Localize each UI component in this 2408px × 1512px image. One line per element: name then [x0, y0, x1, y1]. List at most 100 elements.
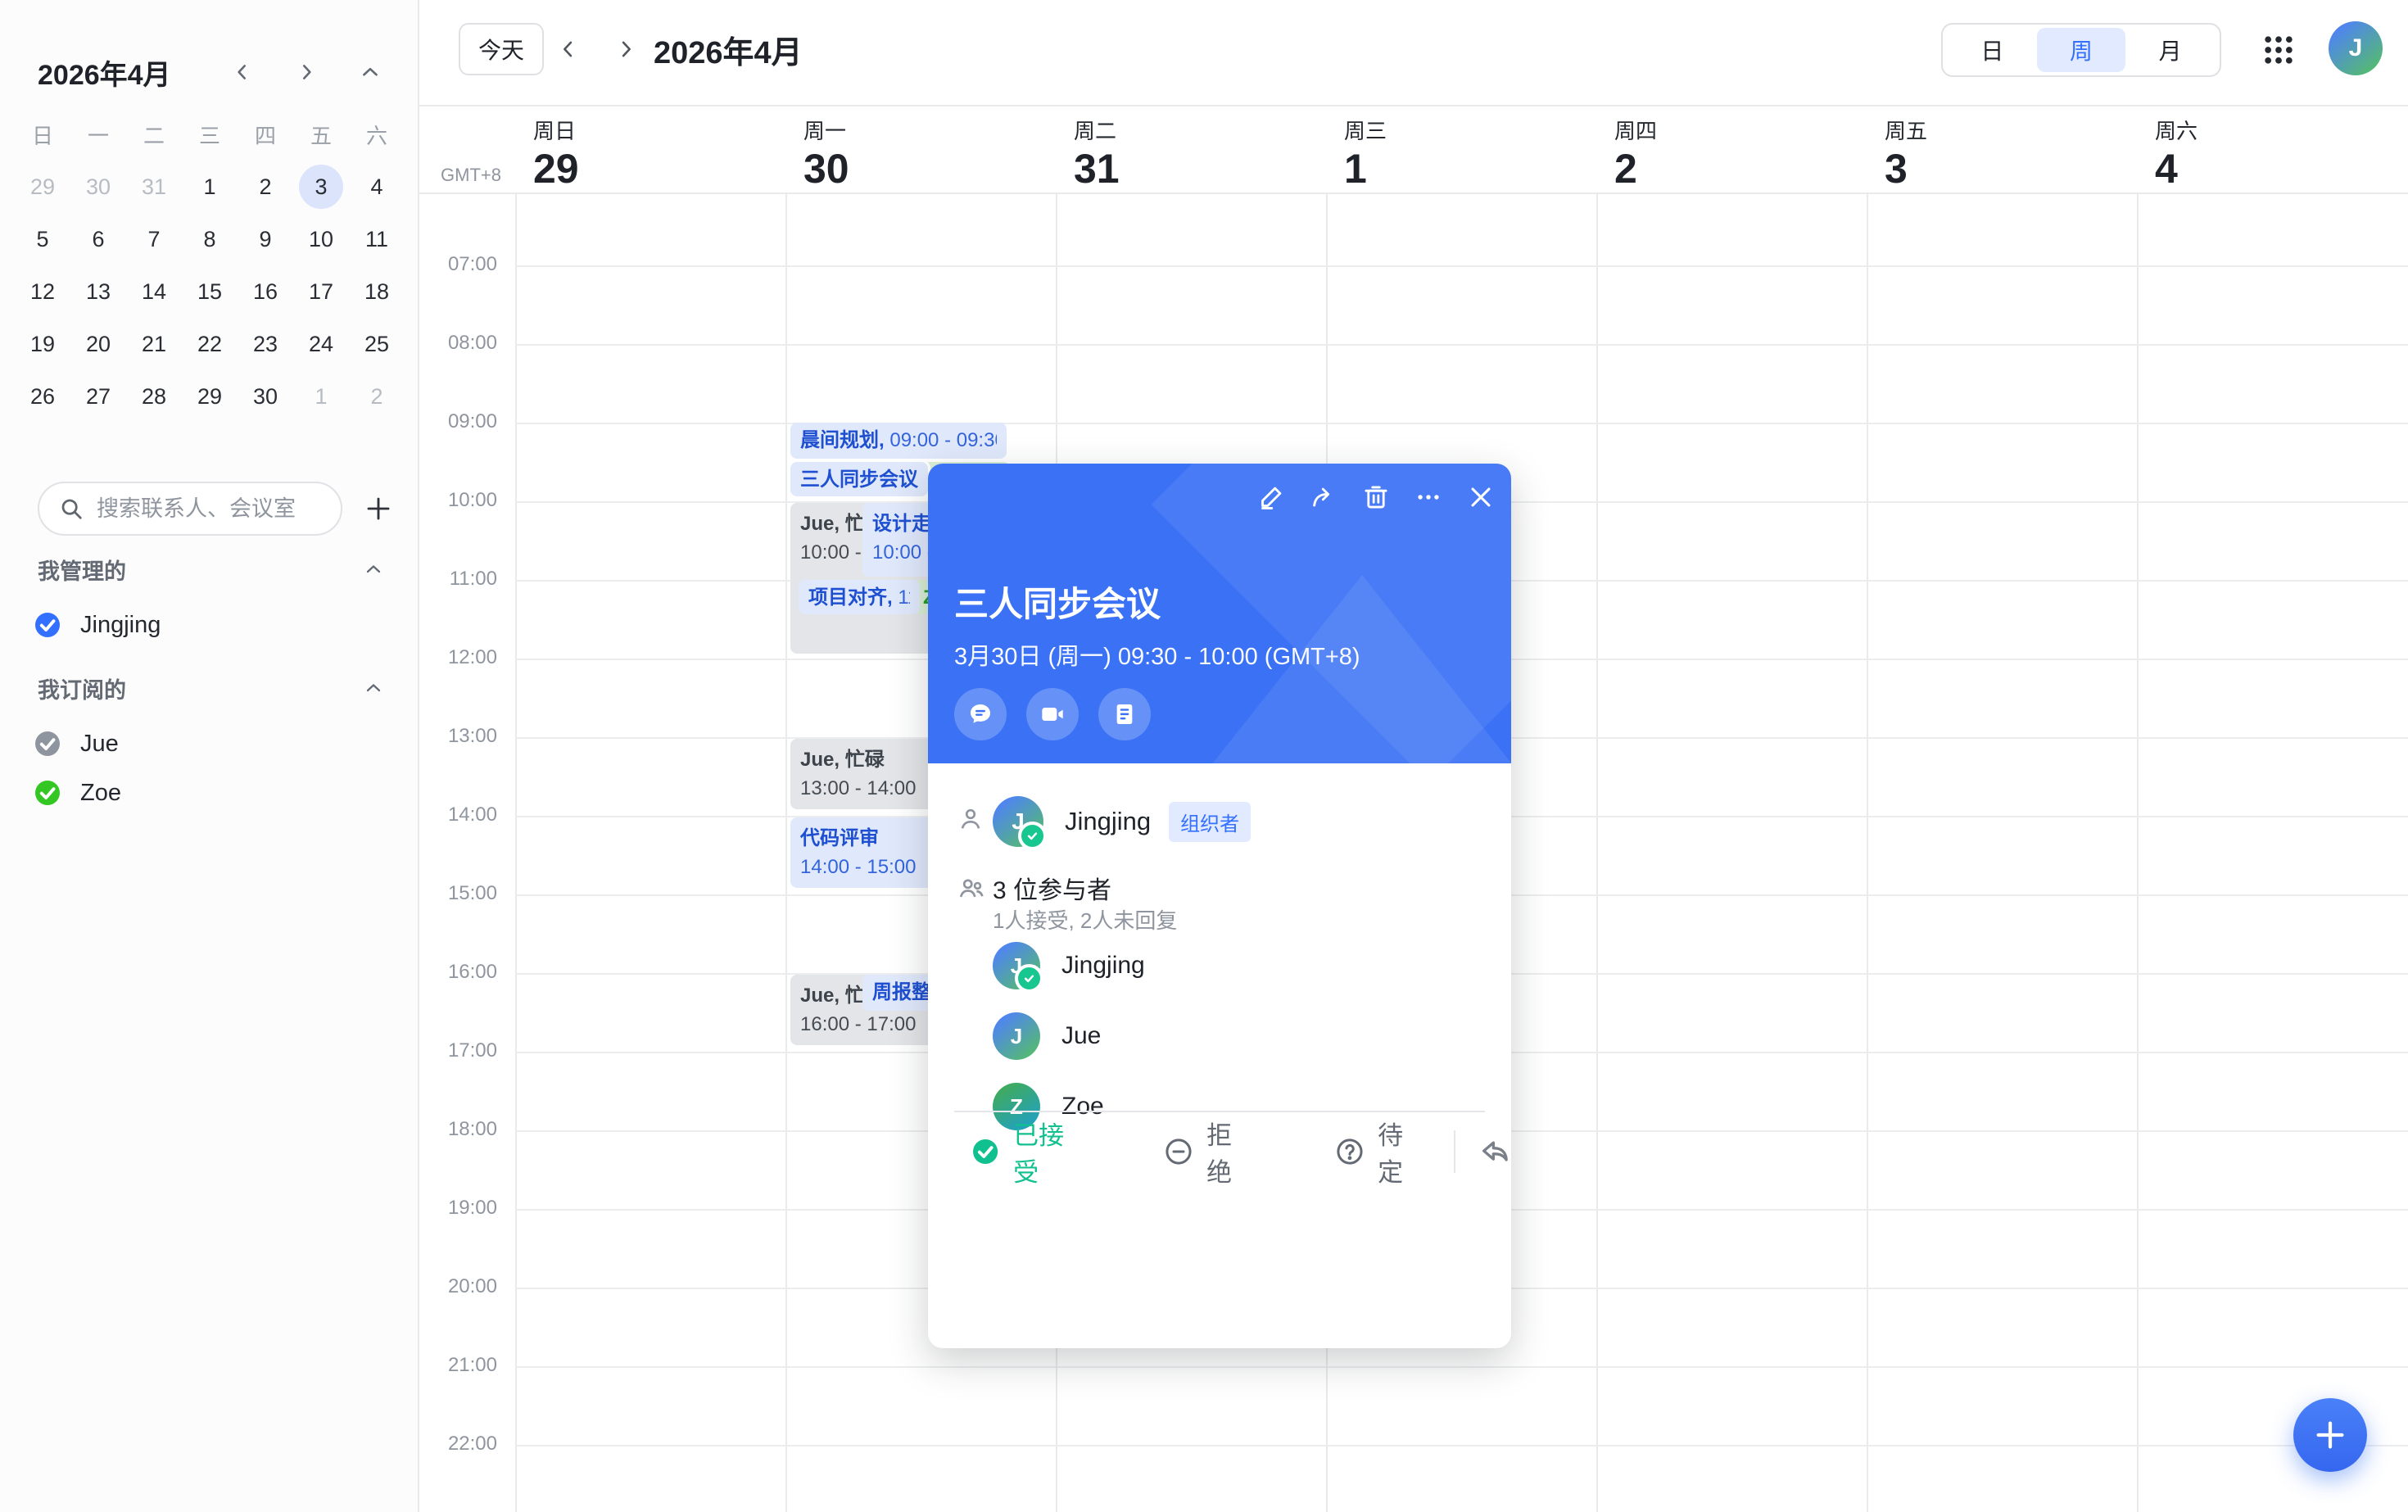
- mini-weekday-label: 二: [126, 108, 182, 161]
- today-button[interactable]: 今天: [459, 23, 544, 75]
- mini-prev-month-icon[interactable]: [228, 57, 257, 87]
- calendar-check-icon[interactable]: [33, 729, 62, 758]
- close-icon[interactable]: [1467, 483, 1495, 511]
- rsvp-tentative-button[interactable]: 待定: [1335, 1115, 1421, 1188]
- mini-day-cell[interactable]: 2: [349, 370, 405, 423]
- participant-row-jue[interactable]: JJue: [993, 1012, 1101, 1060]
- hour-label: 17:00: [419, 1039, 497, 1062]
- calendar-section-title[interactable]: 我管理的: [38, 553, 388, 586]
- mini-day-cell[interactable]: 27: [70, 370, 126, 423]
- mini-weekday-label: 三: [182, 108, 238, 161]
- mini-day-cell[interactable]: 21: [126, 318, 182, 370]
- mini-day-cell[interactable]: 1: [182, 161, 238, 213]
- mini-day-cell[interactable]: 25: [349, 318, 405, 370]
- search-input[interactable]: [95, 496, 336, 523]
- mini-day-cell[interactable]: 18: [349, 265, 405, 318]
- mini-day-cell[interactable]: 6: [70, 213, 126, 265]
- reply-icon[interactable]: [1478, 1134, 1511, 1170]
- event-chip[interactable]: 项目对齐, 11:00 - 11:30: [799, 580, 920, 614]
- prev-week-icon[interactable]: [554, 34, 583, 64]
- video-icon[interactable]: [1026, 688, 1079, 740]
- hour-label: 18:00: [419, 1118, 497, 1141]
- day-header-周三[interactable]: 周三1: [1326, 106, 1596, 192]
- day-header-周六[interactable]: 周六4: [2137, 106, 2407, 192]
- mini-day-cell[interactable]: 13: [70, 265, 126, 318]
- mini-day-cell[interactable]: 17: [293, 265, 349, 318]
- mini-day-cell[interactable]: 26: [15, 370, 70, 423]
- mini-day-cell[interactable]: 3: [293, 161, 349, 213]
- user-avatar[interactable]: J: [2329, 21, 2383, 75]
- apps-grid-icon[interactable]: [2256, 27, 2302, 73]
- rsvp-accepted-button[interactable]: 已接受: [971, 1115, 1079, 1188]
- edit-icon[interactable]: [1257, 483, 1285, 511]
- mini-day-cell[interactable]: 30: [70, 161, 126, 213]
- mini-day-cell[interactable]: 15: [182, 265, 238, 318]
- calendar-app: 2026年4月 日一二三四五六2930311234567891011121314…: [0, 0, 2408, 1512]
- chevron-up-icon[interactable]: [359, 673, 388, 703]
- create-event-button[interactable]: [2293, 1398, 2367, 1472]
- mini-day-cell[interactable]: 10: [293, 213, 349, 265]
- event-title: 三人同步会议: [954, 577, 1161, 627]
- rsvp-decline-button[interactable]: 拒绝: [1164, 1115, 1250, 1188]
- chevron-up-icon[interactable]: [359, 555, 388, 584]
- event-chip[interactable]: 三人同步会议, 09:30 - 10:00: [790, 462, 928, 496]
- doc-icon[interactable]: [1098, 688, 1151, 740]
- mini-day-cell[interactable]: 8: [182, 213, 238, 265]
- mini-day-cell[interactable]: 2: [238, 161, 293, 213]
- participant-avatar: J: [993, 942, 1040, 989]
- share-icon[interactable]: [1310, 483, 1338, 511]
- mini-day-cell[interactable]: 29: [15, 161, 70, 213]
- chat-icon[interactable]: [954, 688, 1007, 740]
- mini-day-cell[interactable]: 23: [238, 318, 293, 370]
- day-header-周日[interactable]: 周日29: [515, 106, 785, 192]
- mini-day-cell[interactable]: 22: [182, 318, 238, 370]
- mini-calendar-title: 2026年4月: [38, 52, 171, 93]
- mini-day-cell[interactable]: 28: [126, 370, 182, 423]
- event-chip[interactable]: 晨间规划, 09:00 - 09:30: [790, 423, 1007, 459]
- event-detail-popup: 三人同步会议 3月30日 (周一) 09:30 - 10:00 (GMT+8): [928, 464, 1511, 1348]
- trash-icon[interactable]: [1362, 483, 1390, 511]
- calendar-list-item-jingjing[interactable]: Jingjing: [33, 604, 388, 646]
- next-week-icon[interactable]: [611, 34, 640, 64]
- mini-day-cell[interactable]: 7: [126, 213, 182, 265]
- participant-row-jingjing[interactable]: JJingjing: [993, 942, 1145, 989]
- calendar-list-item-jue[interactable]: Jue: [33, 722, 388, 765]
- calendar-section-title[interactable]: 我订阅的: [38, 672, 388, 704]
- mini-day-cell[interactable]: 14: [126, 265, 182, 318]
- hour-label: 12:00: [419, 646, 497, 669]
- hour-gridline: [515, 1445, 2408, 1446]
- calendar-list-item-zoe[interactable]: Zoe: [33, 772, 388, 814]
- mini-day-cell[interactable]: 9: [238, 213, 293, 265]
- column-divider: [2137, 105, 2139, 1512]
- mini-day-cell[interactable]: 16: [238, 265, 293, 318]
- add-calendar-icon[interactable]: [364, 494, 393, 523]
- mini-day-cell[interactable]: 29: [182, 370, 238, 423]
- mini-day-cell[interactable]: 19: [15, 318, 70, 370]
- mini-day-cell[interactable]: 11: [349, 213, 405, 265]
- mini-collapse-icon[interactable]: [355, 57, 385, 87]
- mini-calendar-grid: 日一二三四五六293031123456789101112131415161718…: [15, 108, 405, 423]
- view-tab-周[interactable]: 周: [2037, 28, 2126, 72]
- day-header-周二[interactable]: 周二31: [1056, 106, 1326, 192]
- mini-day-cell[interactable]: 30: [238, 370, 293, 423]
- column-divider: [1867, 105, 1868, 1512]
- mini-day-cell[interactable]: 24: [293, 318, 349, 370]
- view-tab-日[interactable]: 日: [1948, 28, 2037, 72]
- mini-day-cell[interactable]: 4: [349, 161, 405, 213]
- day-header-周四[interactable]: 周四2: [1596, 106, 1867, 192]
- day-header-周一[interactable]: 周一30: [785, 106, 1056, 192]
- calendar-check-icon[interactable]: [33, 610, 62, 640]
- search-box[interactable]: [38, 482, 342, 536]
- more-icon[interactable]: [1414, 483, 1442, 511]
- mini-day-cell[interactable]: 1: [293, 370, 349, 423]
- mini-day-cell[interactable]: 5: [15, 213, 70, 265]
- day-header-周五[interactable]: 周五3: [1867, 106, 2137, 192]
- mini-day-cell[interactable]: 31: [126, 161, 182, 213]
- participants-count[interactable]: 3 位参与者: [993, 870, 1111, 906]
- calendar-check-icon[interactable]: [33, 778, 62, 808]
- view-tab-月[interactable]: 月: [2125, 28, 2215, 72]
- organizer-row[interactable]: J Jingjing 组织者: [993, 796, 1251, 847]
- mini-day-cell[interactable]: 12: [15, 265, 70, 318]
- mini-day-cell[interactable]: 20: [70, 318, 126, 370]
- mini-next-month-icon[interactable]: [292, 57, 321, 87]
